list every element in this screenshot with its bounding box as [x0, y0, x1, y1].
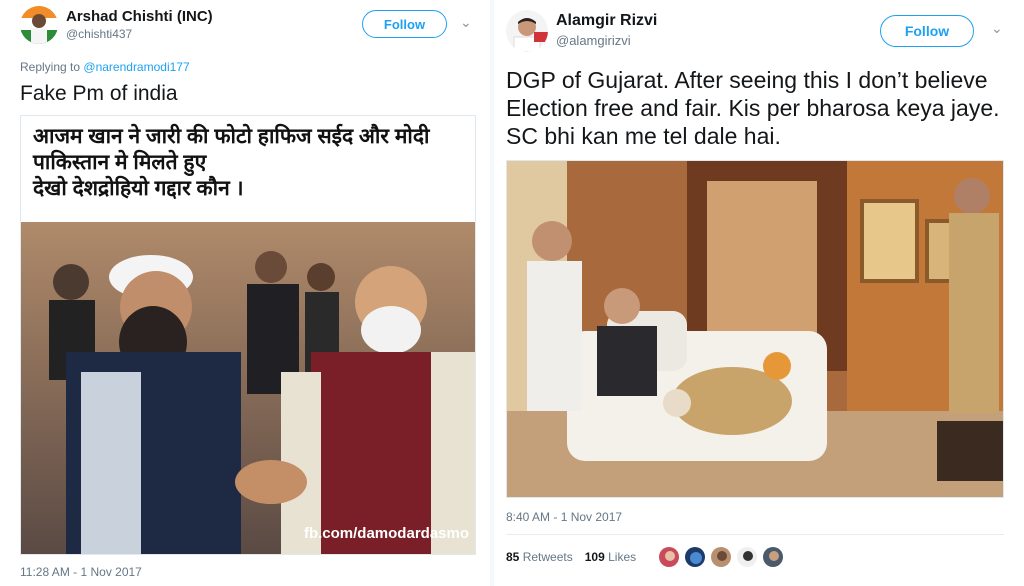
tweet-stats: 85 Retweets 109 Likes	[506, 550, 636, 564]
image-caption: आजम खान ने जारी की फोटो हाफिज सईद और मोद…	[33, 124, 463, 202]
follow-button[interactable]: Follow	[880, 15, 974, 47]
stats-divider	[506, 534, 1004, 535]
likes-label: Likes	[608, 550, 637, 564]
author-name[interactable]: Alamgir Rizvi	[556, 12, 657, 30]
tweet-timestamp[interactable]: 11:28 AM - 1 Nov 2017	[20, 565, 142, 579]
avatar[interactable]	[20, 6, 58, 44]
liker-avatar[interactable]	[762, 546, 784, 568]
tweet-text: Fake Pm of india	[20, 82, 178, 105]
tweet-timestamp[interactable]: 8:40 AM - 1 Nov 2017	[506, 510, 622, 524]
tweet-media[interactable]	[506, 160, 1004, 498]
author-handle[interactable]: @chishti437	[66, 27, 132, 41]
caption-line: आजम खान ने जारी की फोटो हाफिज सईद और मोद…	[33, 125, 430, 148]
tweet-card-left: Arshad Chishti (INC) @chishti437 Follow …	[0, 0, 490, 586]
tweet-card-right: Alamgir Rizvi @alamgirizvi Follow ⌄ DGP …	[494, 0, 1024, 586]
liker-avatar[interactable]	[684, 546, 706, 568]
chevron-down-icon[interactable]: ⌄	[460, 14, 472, 31]
liker-avatar[interactable]	[710, 546, 732, 568]
chevron-down-icon[interactable]: ⌄	[991, 20, 1003, 37]
retweets-label: Retweets	[522, 550, 573, 564]
image-watermark: fb.com/damodardasmo	[303, 525, 469, 542]
liker-avatar[interactable]	[736, 546, 758, 568]
likes-stat[interactable]: 109 Likes	[585, 550, 636, 564]
tweet-text: DGP of Gujarat. After seeing this I don’…	[506, 67, 1000, 149]
caption-line: देखो देशद्रोहियो गद्दार कौन ।	[33, 177, 244, 200]
follow-button[interactable]: Follow	[362, 10, 447, 38]
replying-prefix: Replying to	[20, 60, 81, 74]
liker-avatar[interactable]	[658, 546, 680, 568]
retweets-count: 85	[506, 550, 520, 564]
avatar[interactable]	[506, 10, 548, 52]
likes-count: 109	[584, 550, 605, 564]
reply-mention-link[interactable]: @narendramodi177	[83, 60, 189, 74]
liker-avatars	[658, 546, 784, 568]
author-handle[interactable]: @alamgirizvi	[556, 33, 631, 48]
replying-to: Replying to @narendramodi177	[20, 60, 190, 74]
handshake-photo: fb.com/damodardasmo	[21, 222, 475, 554]
caption-line: पाकिस्तान मे मिलते हुए	[33, 151, 207, 174]
author-name[interactable]: Arshad Chishti (INC)	[66, 8, 213, 25]
tweet-media[interactable]: आजम खान ने जारी की फोटो हाफिज सईद और मोद…	[20, 115, 476, 555]
retweets-stat[interactable]: 85 Retweets	[506, 550, 573, 564]
